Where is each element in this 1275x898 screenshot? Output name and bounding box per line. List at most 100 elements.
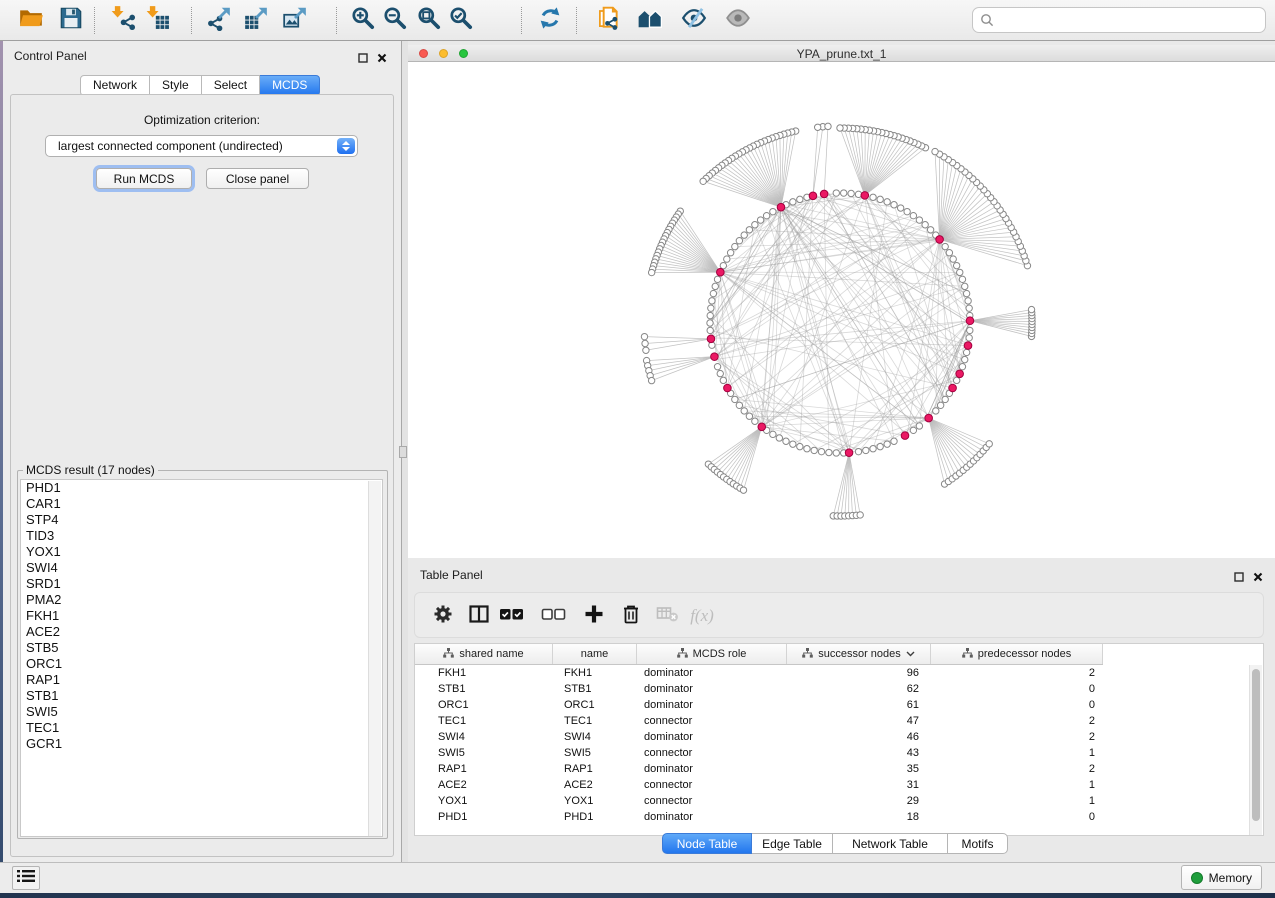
export-network-button[interactable] (205, 7, 232, 34)
column-header-MCDS-role[interactable]: MCDS role (637, 644, 787, 664)
mcds-result-item[interactable]: GCR1 (21, 736, 382, 752)
settings-button[interactable] (430, 603, 456, 629)
table-row[interactable]: ACE2ACE2connector311 (415, 777, 1251, 793)
mcds-hub-node[interactable] (901, 432, 909, 440)
hide-selected-button[interactable] (680, 7, 707, 34)
mcds-result-item[interactable]: STB5 (21, 640, 382, 656)
table-row[interactable]: FKH1FKH1dominator962 (415, 665, 1251, 681)
mcds-hub-node[interactable] (809, 192, 817, 200)
mcds-hub-node[interactable] (936, 236, 944, 244)
mcds-result-item[interactable]: SWI4 (21, 560, 382, 576)
column-header-predecessor-nodes[interactable]: predecessor nodes (931, 644, 1103, 664)
import-network-button[interactable] (109, 7, 136, 34)
show-panels-button[interactable] (12, 866, 40, 890)
mcds-hub-node[interactable] (707, 335, 715, 343)
search-input[interactable] (999, 9, 1263, 33)
mcds-result-item[interactable]: RAP1 (21, 672, 382, 688)
splitter-handle[interactable] (399, 446, 407, 458)
zoom-in-button[interactable] (349, 7, 376, 34)
table-row[interactable]: SWI5SWI5connector431 (415, 745, 1251, 761)
network-view[interactable] (408, 62, 1275, 558)
refresh-button[interactable] (536, 7, 563, 34)
tab-motifs[interactable]: Motifs (948, 833, 1008, 854)
open-file-button[interactable] (17, 7, 44, 34)
tab-select[interactable]: Select (202, 75, 260, 96)
save-session-button[interactable] (57, 7, 84, 34)
mcds-hub-node[interactable] (777, 203, 785, 211)
table-row[interactable]: STB1STB1dominator620 (415, 681, 1251, 697)
tab-edge-table[interactable]: Edge Table (752, 833, 833, 854)
tab-node-table[interactable]: Node Table (662, 833, 752, 854)
float-table-panel-icon[interactable] (1234, 569, 1244, 587)
show-columns-button[interactable] (466, 603, 492, 629)
mcds-result-item[interactable]: TEC1 (21, 720, 382, 736)
mcds-hub-node[interactable] (711, 353, 719, 361)
mcds-result-item[interactable]: ORC1 (21, 656, 382, 672)
mcds-hub-node[interactable] (956, 370, 964, 378)
mcds-hub-node[interactable] (758, 423, 766, 431)
tab-network-table[interactable]: Network Table (833, 833, 948, 854)
table-row[interactable]: RAP1RAP1dominator352 (415, 761, 1251, 777)
mcds-result-item[interactable]: SWI5 (21, 704, 382, 720)
mcds-result-item[interactable]: TID3 (21, 528, 382, 544)
zoom-out-button[interactable] (381, 7, 408, 34)
show-columns-icon (468, 603, 490, 630)
table-row[interactable]: PHD1PHD1dominator180 (415, 809, 1251, 825)
cell-successor-nodes: 47 (787, 715, 931, 727)
mcds-result-item[interactable]: ACE2 (21, 624, 382, 640)
optimization-criterion-select[interactable]: largest connected component (undirected) (45, 135, 358, 157)
list-icon (17, 869, 35, 888)
column-header-successor-nodes[interactable]: successor nodes (787, 644, 931, 664)
mcds-hub-node[interactable] (820, 190, 828, 198)
first-neighbors-button[interactable] (636, 7, 663, 34)
close-panel-button[interactable]: Close panel (206, 168, 309, 189)
mcds-result-item[interactable]: PMA2 (21, 592, 382, 608)
mcds-hub-node[interactable] (925, 414, 933, 422)
close-panel-icon[interactable] (377, 50, 387, 68)
mcds-result-list[interactable]: PHD1CAR1STP4TID3YOX1SWI4SRD1PMA2FKH1ACE2… (20, 479, 383, 837)
mcds-hub-node[interactable] (861, 192, 869, 200)
deselect-all-button[interactable] (541, 603, 567, 629)
mcds-hub-node[interactable] (949, 384, 957, 392)
memory-button[interactable]: Memory (1181, 865, 1262, 890)
mcds-result-item[interactable]: YOX1 (21, 544, 382, 560)
zoom-fit-button[interactable] (415, 7, 442, 34)
table-scrollbar[interactable] (1249, 665, 1262, 835)
column-header-name[interactable]: name (553, 644, 637, 664)
mcds-result-item[interactable]: FKH1 (21, 608, 382, 624)
column-header-shared-name[interactable]: shared name (415, 644, 553, 664)
mcds-hub-node[interactable] (717, 268, 725, 276)
mcds-hub-node[interactable] (966, 317, 974, 325)
network-canvas[interactable] (408, 62, 1275, 558)
select-all-button[interactable] (499, 603, 525, 629)
add-column-button[interactable] (581, 603, 607, 629)
mcds-hub-node[interactable] (724, 384, 732, 392)
mcds-list-scrollbar[interactable] (368, 481, 381, 837)
clone-network-button[interactable] (594, 7, 621, 34)
delete-column-button[interactable] (618, 603, 644, 629)
zoom-selected-button[interactable] (447, 7, 474, 34)
table-row[interactable]: ORC1ORC1dominator610 (415, 697, 1251, 713)
table-scrollbar-thumb[interactable] (1252, 669, 1260, 821)
mcds-result-item[interactable]: STP4 (21, 512, 382, 528)
tab-network[interactable]: Network (80, 75, 150, 96)
export-image-button[interactable] (281, 7, 308, 34)
show-all-button[interactable] (724, 7, 751, 34)
network-window-titlebar[interactable]: YPA_prune.txt_1 (408, 45, 1275, 62)
mcds-hub-node[interactable] (845, 449, 853, 457)
table-row[interactable]: YOX1YOX1connector291 (415, 793, 1251, 809)
tab-style[interactable]: Style (150, 75, 202, 96)
table-row[interactable]: SWI4SWI4dominator462 (415, 729, 1251, 745)
tab-mcds[interactable]: MCDS (260, 75, 320, 96)
mcds-result-item[interactable]: PHD1 (21, 480, 382, 496)
table-row[interactable]: TEC1TEC1connector472 (415, 713, 1251, 729)
export-table-button[interactable] (242, 7, 269, 34)
float-panel-icon[interactable] (358, 50, 368, 68)
close-table-panel-icon[interactable] (1253, 569, 1263, 587)
mcds-result-item[interactable]: SRD1 (21, 576, 382, 592)
mcds-result-item[interactable]: CAR1 (21, 496, 382, 512)
import-table-button[interactable] (144, 7, 171, 34)
mcds-result-item[interactable]: STB1 (21, 688, 382, 704)
run-mcds-button[interactable]: Run MCDS (96, 168, 192, 189)
mcds-hub-node[interactable] (964, 342, 972, 350)
